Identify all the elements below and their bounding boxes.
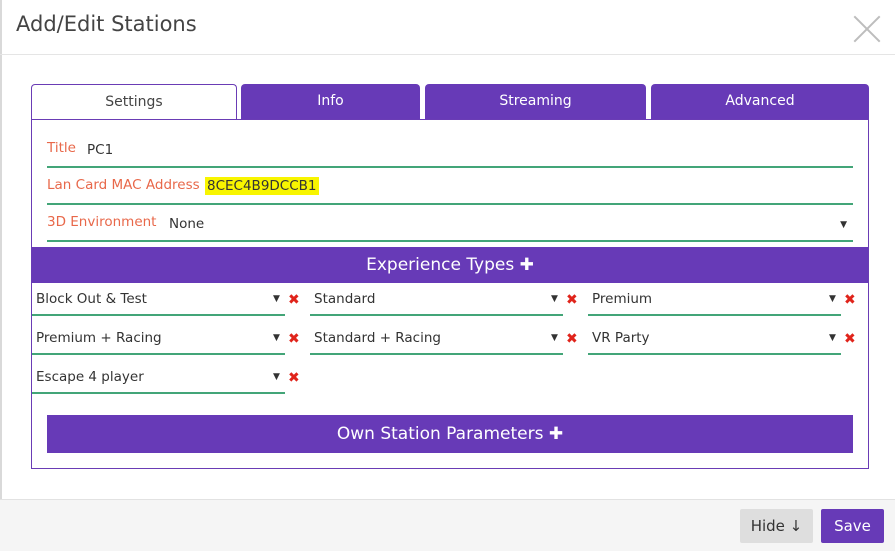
experience-select-value: Escape 4 player: [36, 369, 144, 385]
experience-select-value: Standard: [314, 291, 376, 307]
chevron-down-icon: ▼: [551, 333, 558, 343]
experience-select[interactable]: VR Party ▼: [588, 325, 841, 355]
dialog-header: Add/Edit Stations: [0, 0, 895, 55]
environment-label: 3D Environment: [47, 214, 157, 230]
tab-streaming[interactable]: Streaming: [425, 84, 646, 119]
chevron-down-icon: ▼: [273, 372, 280, 382]
dialog-left-edge: [0, 0, 2, 550]
add-parameter-icon[interactable]: ✚: [549, 424, 563, 444]
mac-address-input[interactable]: 8CEC4B9DCCB1: [205, 177, 319, 195]
tab-bar: Settings Info Streaming Advanced: [31, 84, 869, 120]
experience-select-value: Premium: [592, 291, 653, 307]
experience-types-title: Experience Types: [366, 255, 515, 275]
experience-types-header[interactable]: Experience Types ✚: [32, 247, 868, 283]
remove-icon[interactable]: ✖: [288, 370, 300, 386]
experience-select[interactable]: Standard + Racing ▼: [310, 325, 563, 355]
remove-icon[interactable]: ✖: [844, 292, 856, 308]
chevron-down-icon: ▼: [551, 294, 558, 304]
tab-settings[interactable]: Settings: [31, 84, 237, 120]
experience-select[interactable]: Premium + Racing ▼: [32, 325, 285, 355]
experience-select[interactable]: Standard ▼: [310, 286, 563, 316]
experience-select[interactable]: Block Out & Test ▼: [32, 286, 285, 316]
tab-advanced[interactable]: Advanced: [651, 84, 869, 119]
title-input[interactable]: PC1: [87, 142, 113, 158]
dialog-footer: Hide ↓ Save: [0, 499, 895, 551]
mac-address-field[interactable]: Lan Card MAC Address 8CEC4B9DCCB1: [47, 171, 853, 205]
own-station-parameters-title: Own Station Parameters: [336, 424, 544, 444]
remove-icon[interactable]: ✖: [566, 331, 578, 347]
chevron-down-icon: ▼: [829, 333, 836, 343]
close-icon[interactable]: [850, 12, 884, 46]
chevron-down-icon: ▼: [829, 294, 836, 304]
own-station-parameters-header[interactable]: Own Station Parameters ✚: [47, 415, 853, 453]
add-experience-icon[interactable]: ✚: [520, 255, 534, 275]
add-edit-stations-dialog: Add/Edit Stations Settings Info Streamin…: [0, 0, 895, 551]
tab-info[interactable]: Info: [241, 84, 420, 119]
experience-select-value: Standard + Racing: [314, 330, 441, 346]
remove-icon[interactable]: ✖: [844, 331, 856, 347]
remove-icon[interactable]: ✖: [288, 331, 300, 347]
experience-select[interactable]: Escape 4 player ▼: [32, 364, 285, 394]
save-button[interactable]: Save: [821, 509, 884, 543]
environment-value: None: [169, 216, 205, 232]
chevron-down-icon: ▼: [273, 333, 280, 343]
environment-select[interactable]: 3D Environment None ▼: [47, 208, 853, 242]
hide-button[interactable]: Hide ↓: [740, 509, 813, 543]
chevron-down-icon: ▼: [840, 220, 847, 230]
experience-select[interactable]: Premium ▼: [588, 286, 841, 316]
dialog-title: Add/Edit Stations: [16, 12, 197, 36]
chevron-down-icon: ▼: [273, 294, 280, 304]
experience-select-value: VR Party: [592, 330, 650, 346]
remove-icon[interactable]: ✖: [288, 292, 300, 308]
title-field[interactable]: Title PC1: [47, 134, 853, 168]
experience-select-value: Premium + Racing: [36, 330, 162, 346]
title-label: Title: [47, 140, 76, 156]
mac-address-label: Lan Card MAC Address: [47, 177, 200, 193]
experience-select-value: Block Out & Test: [36, 291, 147, 307]
remove-icon[interactable]: ✖: [566, 292, 578, 308]
